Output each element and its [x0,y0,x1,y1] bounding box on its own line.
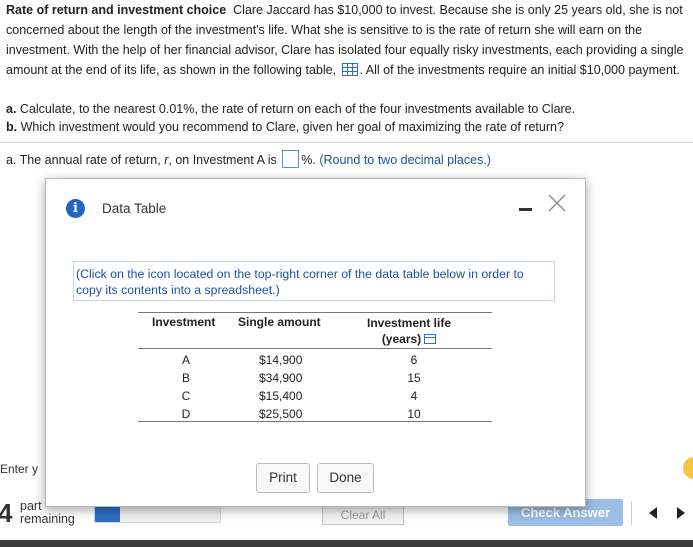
answer-input[interactable] [282,150,300,168]
arrow-right-icon [677,507,685,519]
table-row: B $34,900 15 [181,371,421,385]
part-a: a. Calculate, to the nearest 0.01%, the … [6,102,576,116]
clear-all-button[interactable]: Clear All [322,505,404,525]
data-table-grid-icon[interactable] [341,63,358,76]
rounding-note: (Round to two decimal places.) [319,153,491,167]
dialog-title: Data Table [102,201,167,216]
table-row: D $25,500 10 [181,407,421,421]
table-rule-bottom [138,421,492,422]
minimize-icon[interactable] [519,208,532,211]
problem-text-end: . All of the investments require an init… [359,63,680,77]
column-header-investment-life: Investment life (years) [366,316,452,346]
info-icon: i [66,199,85,218]
divider [0,142,693,143]
parts-remaining-count: 4 [0,498,13,528]
column-header-investment: Investment [152,315,216,329]
problem-statement: Rate of return and investment choice Cla… [6,0,690,80]
bottom-bar [0,540,693,547]
next-button[interactable] [669,501,693,525]
column-header-single-amount: Single amount [238,315,321,329]
copy-to-spreadsheet-icon[interactable] [424,334,437,344]
print-button[interactable]: Print [256,463,310,493]
table-rule-top [138,312,492,313]
done-button[interactable]: Done [317,463,374,493]
footer-separator [631,501,632,525]
enter-answer-label: Enter y [0,462,39,476]
arrow-left-icon [649,507,657,519]
table-row: A $14,900 6 [181,353,418,367]
question-parts: a. Calculate, to the nearest 0.01%, the … [6,100,575,136]
close-icon[interactable] [546,192,568,214]
problem-title: Rate of return and investment choice [6,3,227,17]
previous-button[interactable] [641,501,665,525]
help-icon[interactable] [683,457,693,479]
current-question: a. The annual rate of return, r, on Inve… [6,150,491,169]
part-b: b. Which investment would you recommend … [6,120,564,134]
table-rule-header [138,348,492,349]
copy-instructions: (Click on the icon located on the top-ri… [73,261,555,301]
investment-table: Investment Single amount Investment life… [138,312,492,422]
data-table-dialog: i Data Table (Click on the icon located … [45,178,586,507]
table-row: C $15,400 4 [181,389,418,403]
